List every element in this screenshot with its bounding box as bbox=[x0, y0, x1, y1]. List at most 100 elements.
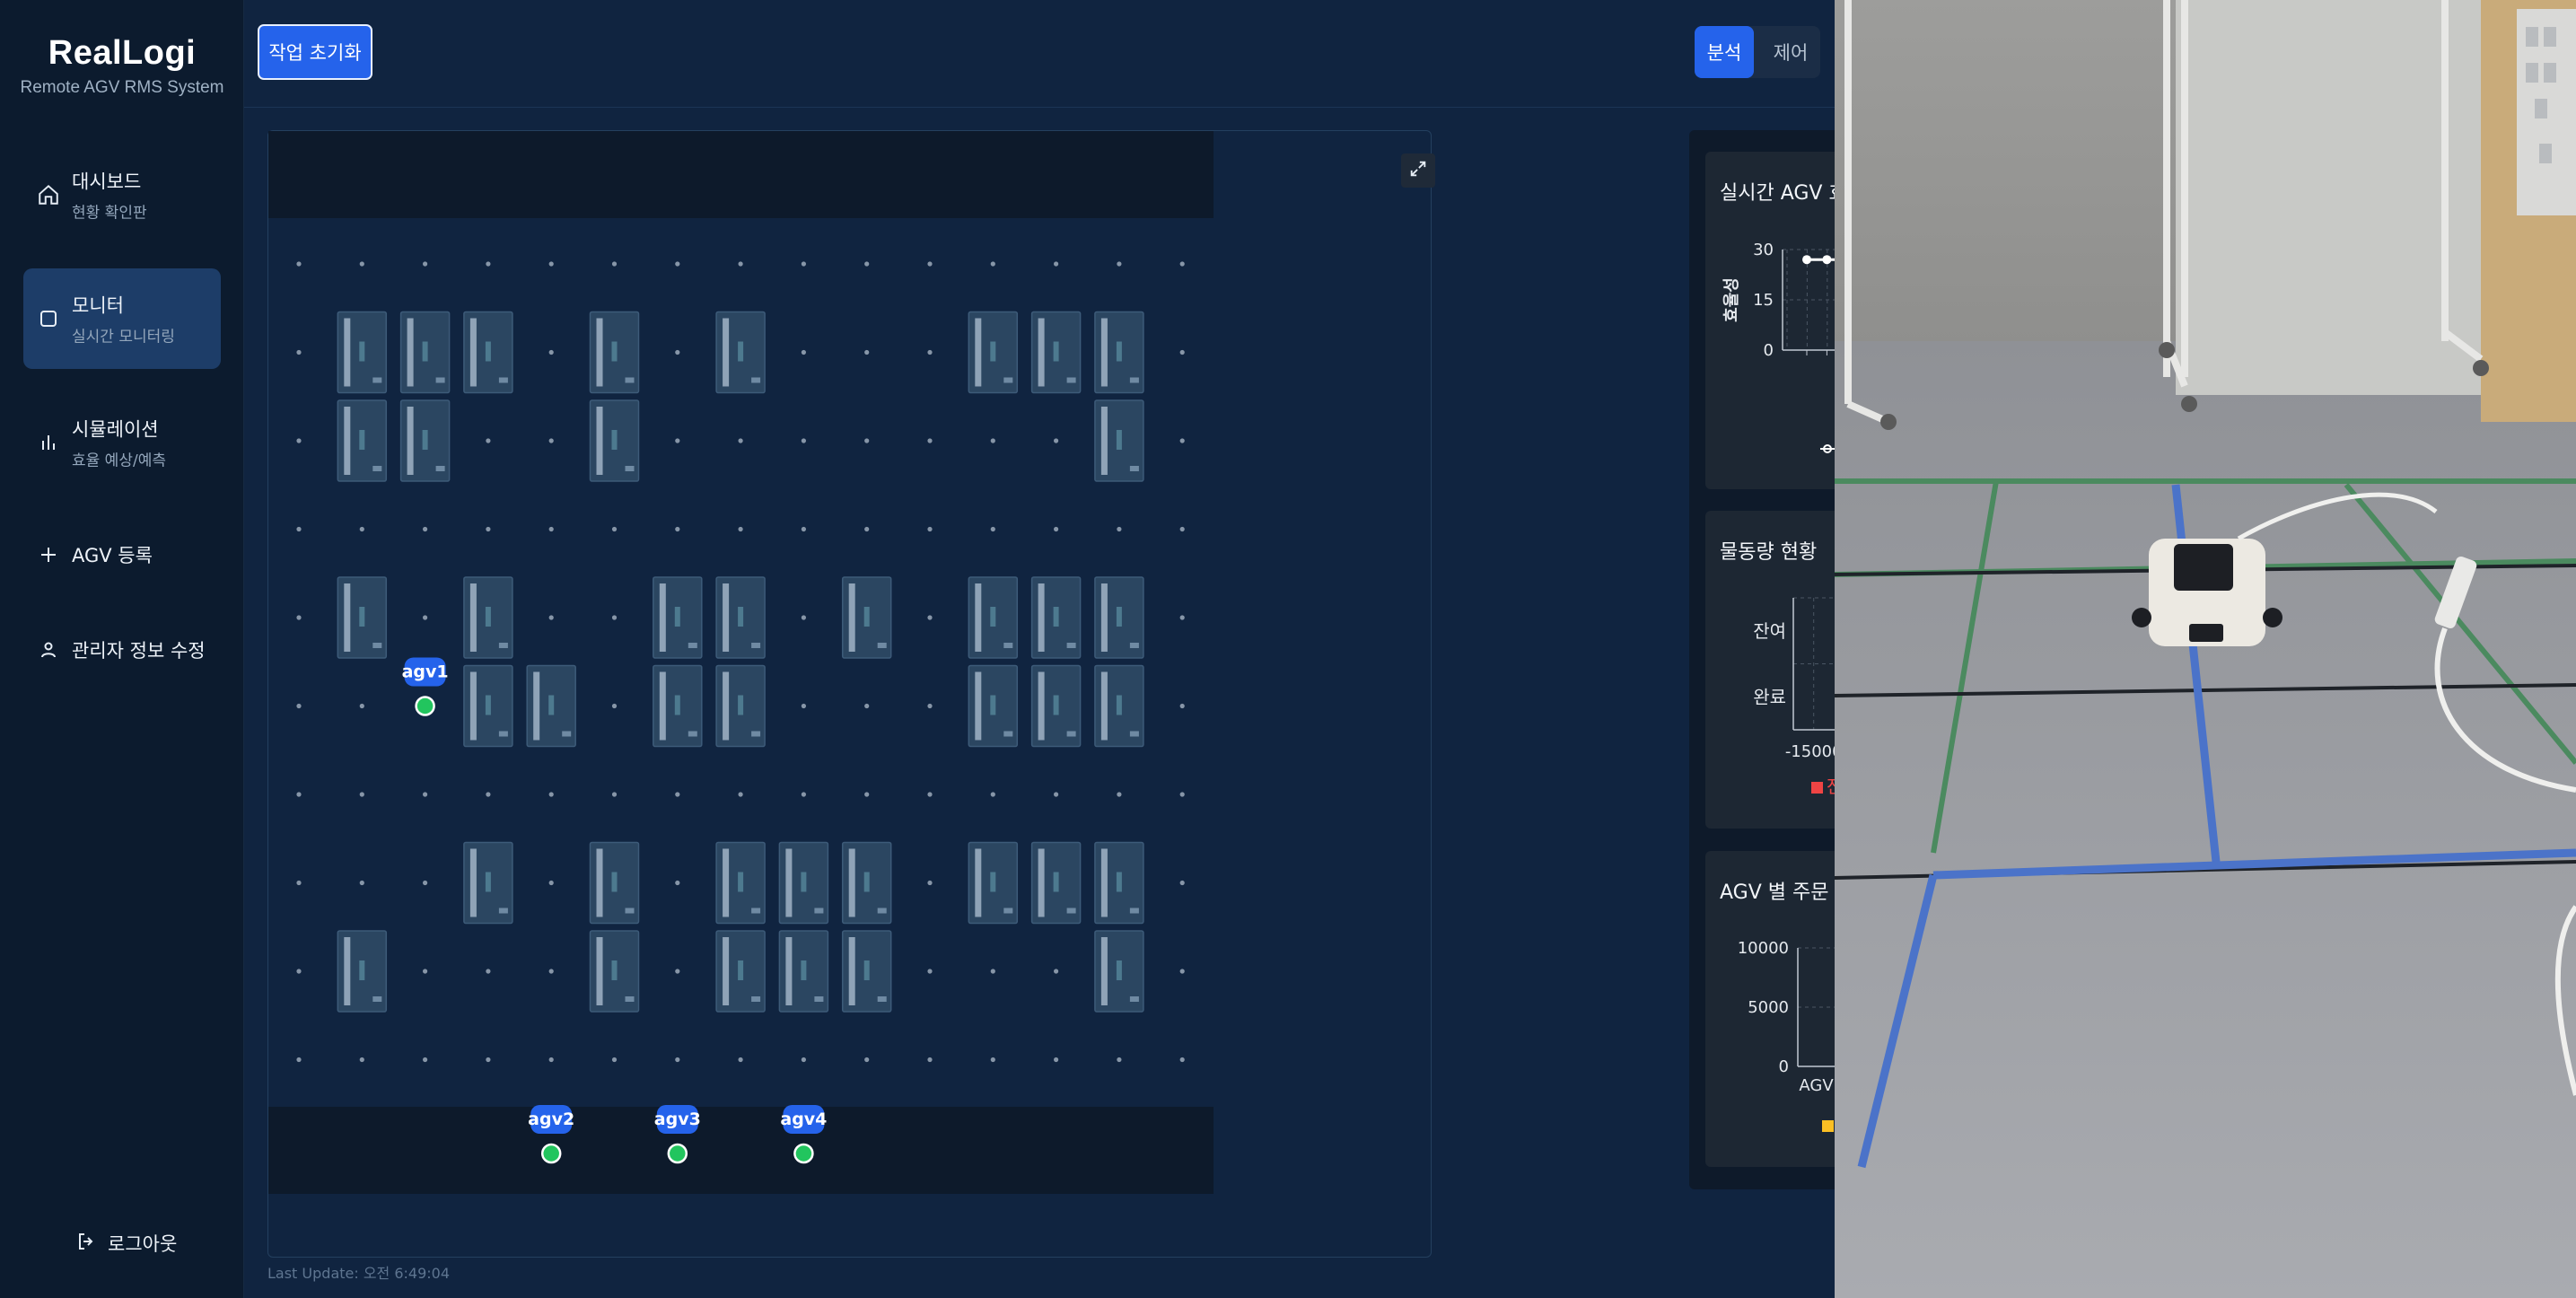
rack-tag bbox=[625, 996, 635, 1002]
rack-mark bbox=[801, 960, 807, 980]
map-node bbox=[611, 703, 618, 709]
rack bbox=[1094, 311, 1144, 394]
map-node bbox=[675, 349, 680, 355]
logout-button[interactable]: 로그아웃 bbox=[75, 1230, 177, 1257]
map-node bbox=[990, 261, 995, 267]
rack bbox=[968, 664, 1019, 748]
monitor-icon bbox=[36, 268, 61, 369]
reset-job-button[interactable]: 작업 초기화 bbox=[258, 24, 372, 80]
rack-bar bbox=[1038, 848, 1045, 917]
user-gear-icon bbox=[36, 600, 61, 700]
map-node bbox=[486, 969, 491, 974]
map-node bbox=[801, 1057, 807, 1063]
rack-mark bbox=[611, 872, 618, 892]
rack-tag bbox=[372, 466, 382, 471]
rack bbox=[463, 311, 513, 394]
sidebar-item-admin-edit[interactable]: 관리자 정보 수정 bbox=[23, 600, 221, 700]
map-node bbox=[423, 1057, 428, 1063]
rack-tag bbox=[625, 466, 635, 471]
map-node bbox=[675, 792, 680, 797]
rack-bar bbox=[344, 318, 351, 387]
rack-mark bbox=[738, 341, 744, 362]
rack bbox=[1030, 576, 1082, 659]
sidebar: RealLogi Remote AGV RMS System 대시보드 현황 확… bbox=[0, 0, 244, 1298]
rack bbox=[1094, 576, 1144, 659]
rack-tag bbox=[1129, 908, 1139, 914]
rack-bar bbox=[723, 318, 730, 387]
rack-tag bbox=[751, 731, 761, 737]
rack-mark bbox=[990, 341, 996, 362]
rack-mark bbox=[422, 430, 428, 450]
fullscreen-button[interactable] bbox=[1401, 153, 1435, 188]
sidebar-item-dashboard[interactable]: 대시보드 현황 확인판 bbox=[23, 145, 221, 245]
map-node bbox=[423, 792, 428, 797]
map-node bbox=[927, 792, 933, 797]
map-node bbox=[548, 969, 554, 974]
map-node bbox=[1179, 438, 1185, 443]
rack-mark bbox=[1116, 872, 1122, 892]
tab-control[interactable]: 제어 bbox=[1761, 26, 1820, 78]
rack bbox=[653, 576, 703, 659]
rack-tag bbox=[751, 643, 761, 648]
brand: RealLogi Remote AGV RMS System bbox=[0, 34, 244, 98]
map-node bbox=[675, 438, 680, 443]
rack-mark bbox=[738, 607, 744, 627]
rack bbox=[1030, 841, 1082, 925]
map-node bbox=[486, 792, 491, 797]
y-tick-label: 10000 bbox=[1738, 939, 1789, 958]
rack-bar bbox=[975, 583, 982, 652]
rack-mark bbox=[990, 695, 996, 715]
rack bbox=[1094, 841, 1144, 925]
logout-icon bbox=[75, 1231, 97, 1257]
rack-mark bbox=[738, 695, 744, 715]
agv-marker: agv3 bbox=[654, 1105, 701, 1164]
map-node bbox=[675, 880, 680, 886]
map-node bbox=[1179, 1057, 1185, 1063]
map-node bbox=[864, 526, 870, 532]
y-tick-label: 0 bbox=[1779, 1057, 1789, 1076]
rack-tag bbox=[688, 643, 697, 648]
map-node bbox=[801, 615, 807, 620]
map-node bbox=[1117, 261, 1122, 267]
rack-mark bbox=[1116, 341, 1122, 362]
map-node bbox=[548, 438, 554, 443]
brand-subtitle: Remote AGV RMS System bbox=[20, 78, 224, 97]
sidebar-item-label: 대시보드 bbox=[72, 171, 142, 193]
rack-bar bbox=[407, 318, 414, 387]
sidebar-item-agv-register[interactable]: AGV 등록 bbox=[23, 504, 221, 605]
map-node bbox=[927, 969, 933, 974]
sidebar-item-monitor[interactable]: 모니터 실시간 모니터링 bbox=[23, 268, 221, 369]
map-node bbox=[1054, 261, 1059, 267]
map-node bbox=[1054, 1057, 1059, 1063]
map-node bbox=[990, 1057, 995, 1063]
rack-mark bbox=[359, 960, 365, 980]
map-node bbox=[1054, 969, 1059, 974]
rack-bar bbox=[785, 937, 793, 1005]
y-tick-label: 0 bbox=[1764, 341, 1774, 360]
rack bbox=[1094, 664, 1144, 748]
agv-marker: agv4 bbox=[780, 1105, 827, 1164]
map-node bbox=[927, 526, 933, 532]
map-node bbox=[1179, 261, 1185, 267]
rack-tag bbox=[372, 996, 382, 1002]
map-node bbox=[548, 792, 554, 797]
map-node bbox=[1179, 880, 1185, 886]
tab-analysis[interactable]: 분석 bbox=[1695, 26, 1754, 78]
map-node bbox=[548, 526, 554, 532]
agv-marker: agv2 bbox=[528, 1105, 574, 1164]
map-node bbox=[359, 1057, 364, 1063]
rack-bar bbox=[1100, 671, 1108, 741]
rack-mark bbox=[1116, 960, 1122, 980]
map-node bbox=[296, 792, 302, 797]
map-node bbox=[486, 526, 491, 532]
rack bbox=[715, 311, 766, 394]
map-node bbox=[611, 526, 618, 532]
sidebar-item-simulation[interactable]: 시뮬레이션 효율 예상/예측 bbox=[23, 392, 221, 493]
rack bbox=[841, 576, 892, 659]
map-node bbox=[675, 1057, 680, 1063]
rack bbox=[968, 576, 1019, 659]
rack-mark bbox=[1053, 607, 1059, 627]
rack-bar bbox=[659, 671, 666, 741]
rack-bar bbox=[344, 407, 351, 475]
data-point bbox=[1822, 255, 1832, 265]
